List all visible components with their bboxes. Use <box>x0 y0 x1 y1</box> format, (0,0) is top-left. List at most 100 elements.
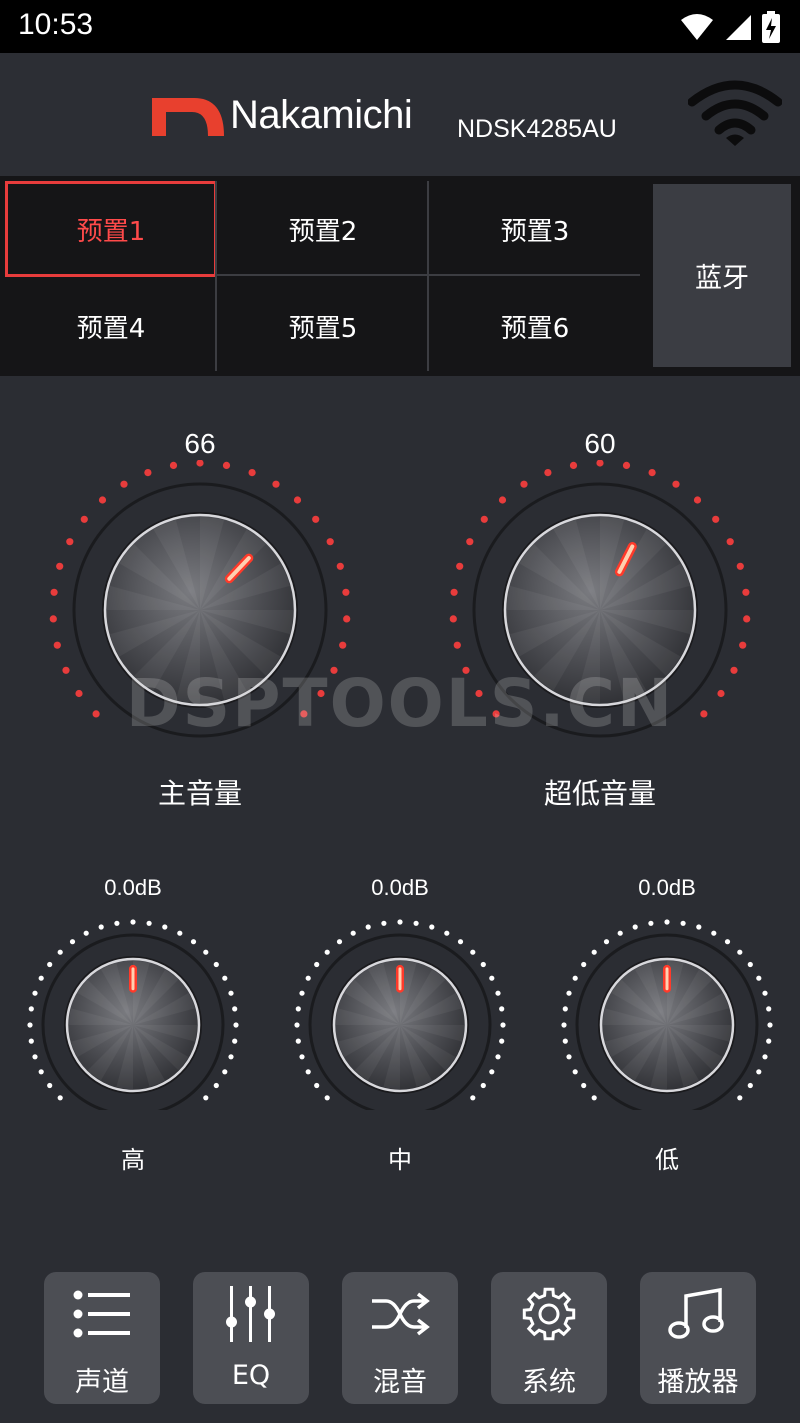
knob-scale-dot <box>569 461 578 469</box>
knob-scale-dot <box>737 949 743 955</box>
knob-scale-dot <box>49 615 57 623</box>
nav-channel-label: 声道 <box>75 1367 129 1398</box>
knob-scale-dot <box>92 710 100 718</box>
bluetooth-button[interactable]: 蓝牙 <box>653 184 791 367</box>
knob-scale-dot <box>66 538 74 546</box>
knob-scale-dot <box>603 939 610 945</box>
knob-scale-dot <box>767 1022 773 1028</box>
sub-volume-value: 60 <box>584 428 616 459</box>
knob-scale-dot <box>762 1054 768 1060</box>
knob-scale-dot <box>520 480 528 488</box>
preset-1-button[interactable]: 预置1 <box>5 181 217 277</box>
knob-scale-dot <box>462 666 470 674</box>
cell-signal-icon <box>726 15 751 40</box>
low-gain-value: 0.0dB <box>638 875 696 900</box>
knob-scale-dot <box>712 515 720 523</box>
knob-scale-dot <box>444 930 450 936</box>
knob-scale-dot <box>336 939 343 945</box>
knob-scale-dot <box>28 1038 34 1044</box>
nakamichi-logo-icon <box>152 97 224 136</box>
wifi-signal-icon <box>681 14 713 40</box>
knob-scale-dot <box>190 939 197 945</box>
knob-scale-dot <box>711 930 717 936</box>
preset-5-button[interactable]: 预置5 <box>217 278 429 374</box>
nav-channel-button[interactable]: 声道 <box>44 1272 160 1404</box>
knob-scale-dot <box>453 641 461 649</box>
knob-scale-dot <box>213 1082 219 1089</box>
high-gain-knob[interactable] <box>23 910 243 1117</box>
knob-scale-dot <box>98 924 104 930</box>
knob-scale-dot <box>56 562 64 570</box>
knob-scale-dot <box>495 990 501 996</box>
mid-gain-knob[interactable] <box>290 910 510 1117</box>
nav-player-button[interactable]: 播放器 <box>640 1272 756 1404</box>
knob-scale-dot <box>203 1095 209 1101</box>
knob-scale-dot <box>726 538 734 546</box>
preset-divider <box>215 274 640 276</box>
knob-scale-dot <box>144 469 152 477</box>
knob-scale-dot <box>499 1038 505 1044</box>
main-volume-knob[interactable] <box>30 459 370 770</box>
app-header: Nakamichi NDSK4285AU <box>0 53 800 176</box>
knob-scale-dot <box>457 939 464 945</box>
knob-scale-dot <box>470 949 476 955</box>
knob-scale-dot <box>632 924 638 930</box>
preset-3-button[interactable]: 预置3 <box>429 181 641 277</box>
knob-scale-dot <box>146 920 152 926</box>
subwoofer-volume-knob[interactable] <box>430 459 770 770</box>
knob-scale-dot <box>203 949 209 955</box>
knob-scale-dot <box>343 615 351 623</box>
knob-scale-dot <box>75 689 83 698</box>
gear-icon <box>491 1286 607 1342</box>
preset-6-button[interactable]: 预置6 <box>429 278 641 374</box>
low-gain-label: 低 <box>655 1146 679 1174</box>
knob-scale-dot <box>365 924 371 930</box>
main-volume-label: 主音量 <box>157 777 242 810</box>
knob-scale-dot <box>228 1054 234 1060</box>
knob-scale-dot <box>272 480 280 488</box>
knob-scale-dot <box>498 496 507 504</box>
knob-scale-dot <box>50 588 58 596</box>
wifi-connection-button[interactable] <box>687 80 783 150</box>
preset-4-button[interactable]: 预置4 <box>5 278 217 374</box>
knob-scale-dot <box>293 496 302 504</box>
knob-scale-dot <box>700 710 708 718</box>
low-gain-knob[interactable] <box>557 910 777 1117</box>
knob-scale-dot <box>350 930 356 936</box>
knob-scale-dot <box>324 949 330 955</box>
knob-scale-dot <box>672 480 680 488</box>
knob-scale-dot <box>561 1022 567 1028</box>
knob-scale-dot <box>312 515 320 523</box>
knob-scale-dot <box>489 1069 495 1075</box>
status-bar: 10:53 <box>0 0 800 53</box>
knob-scale-dot <box>680 920 686 926</box>
knob-scale-dot <box>480 1082 486 1089</box>
preset-panel: 预置1 预置2 预置3 预置4 预置5 预置6 蓝牙 <box>0 176 800 376</box>
knob-scale-dot <box>591 949 597 955</box>
knob-scale-dot <box>566 1054 572 1060</box>
preset-divider <box>215 181 217 371</box>
knob-scale-dot <box>53 641 61 649</box>
shuffle-icon <box>342 1286 458 1342</box>
knob-scale-dot <box>413 920 419 926</box>
knob-scale-dot <box>717 689 725 698</box>
preset-2-button[interactable]: 预置2 <box>217 181 429 277</box>
sliders-icon <box>193 1286 309 1342</box>
knob-scale-dot <box>32 1054 38 1060</box>
knob-scale-dot <box>470 1095 476 1101</box>
knob-scale-dot <box>756 1069 762 1075</box>
knob-scale-dot <box>747 1082 753 1089</box>
mid-gain-value: 0.0dB <box>371 875 429 900</box>
nav-system-button[interactable]: 系统 <box>491 1272 607 1404</box>
knob-scale-dot <box>330 666 338 674</box>
preset-divider <box>427 181 429 371</box>
knob-scale-dot <box>562 1006 568 1012</box>
list-icon <box>44 1286 160 1342</box>
knob-scale-dot <box>295 1006 301 1012</box>
knob-scale-dot <box>622 461 631 469</box>
knob-scale-dot <box>495 1054 501 1060</box>
knob-scale-dot <box>38 975 44 981</box>
nav-mix-button[interactable]: 混音 <box>342 1272 458 1404</box>
nav-eq-button[interactable]: EQ <box>193 1272 309 1404</box>
knob-scale-dot <box>429 924 435 930</box>
